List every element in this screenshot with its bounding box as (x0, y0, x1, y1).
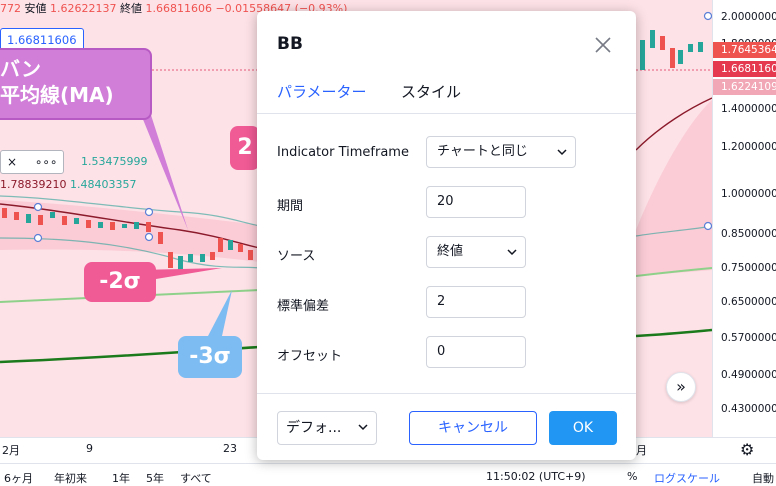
legend-more-icon[interactable]: ∘∘∘ (35, 155, 58, 169)
range-1y[interactable]: 1年 (112, 470, 130, 486)
offset-input[interactable]: 0 (426, 336, 526, 368)
price-tick: 0.85000000 (721, 228, 776, 240)
time-label: 月 (636, 444, 647, 457)
chevron-down-icon (557, 149, 567, 156)
bb-basis-value: 1.78839210 (0, 178, 67, 191)
close-icon[interactable] (593, 35, 613, 55)
sigma-neg2-callout: -2σ (84, 262, 156, 302)
bb-lower-value: 1.48403357 (69, 178, 137, 191)
range-all[interactable]: すべて (180, 470, 212, 486)
sigma-neg3-callout: -3σ (178, 336, 242, 378)
candles-right (640, 30, 703, 70)
divider (257, 393, 636, 394)
sigma-right-callout: 2 (230, 126, 260, 170)
bottom-toolbar: 6ヶ月 年初来 1年 5年 すべて 11:50:02 (UTC+9) % ログス… (0, 463, 776, 485)
price-tick: 0.57000000 (721, 332, 776, 344)
tab-style[interactable]: スタイル (401, 81, 461, 102)
tab-parameters[interactable]: パラメーター (277, 81, 367, 102)
defaults-label: デフォ... (286, 420, 342, 436)
price-tick: 2.00000000 (721, 11, 776, 23)
ohlc-prefix: 772 (0, 2, 21, 15)
legend-close-icon[interactable]: × (7, 155, 17, 169)
price-tick: 1.40000000 (721, 103, 776, 115)
source-label: ソース (277, 249, 316, 264)
price-tick: 0.49000000 (721, 369, 776, 381)
price-label-low: 1.62241090 (713, 79, 776, 95)
stddev-input[interactable]: 2 (426, 286, 526, 318)
bb-upper-value: 1.53475999 (81, 155, 148, 168)
divider (257, 113, 636, 114)
dialog-title: BB (277, 34, 303, 54)
period-input[interactable]: 20 (426, 186, 526, 218)
price-tick: 0.75000000 (721, 262, 776, 274)
price-tick: 0.43000000 (721, 403, 776, 415)
time-label: 23 (223, 442, 237, 455)
price-tick: 1.00000000 (721, 188, 776, 200)
bb-settings-dialog: BB パラメーター スタイル Indicator Timeframe チャートと… (257, 11, 636, 460)
chevron-down-icon (507, 249, 517, 256)
timeframe-label: Indicator Timeframe (277, 145, 409, 160)
scroll-to-realtime-icon[interactable]: » (666, 372, 696, 402)
price-axis[interactable]: 2.00000000 1.80000000 1.76453640 1.66811… (712, 0, 776, 437)
range-5y[interactable]: 5年 (146, 470, 164, 486)
defaults-dropdown[interactable]: デフォ... (277, 411, 377, 445)
source-select[interactable]: 終値 (426, 236, 526, 268)
ma-callout: バン 平均線(MA) (0, 48, 152, 120)
range-ytd[interactable]: 年初来 (54, 470, 87, 486)
percent-toggle[interactable]: % (627, 470, 637, 483)
log-scale-toggle[interactable]: ログスケール (654, 470, 720, 486)
bb-values: 1.78839210 1.48403357 (0, 178, 136, 191)
close-label: 終値 (119, 2, 142, 15)
price-tick: 1.20000000 (721, 141, 776, 153)
low-value: 1.62622137 (50, 2, 117, 15)
time-label: 9 (86, 442, 93, 455)
range-6m[interactable]: 6ヶ月 (4, 470, 33, 486)
ma-callout-line2: 平均線(MA) (0, 83, 114, 107)
clock[interactable]: 11:50:02 (UTC+9) (486, 470, 586, 483)
price-label-top: 1.76453640 (713, 42, 776, 58)
timeframe-select[interactable]: チャートと同じ (426, 136, 576, 168)
chevron-down-icon (358, 424, 368, 431)
price-tick: 0.65000000 (721, 296, 776, 308)
low-label: 安値 (24, 2, 47, 15)
period-label: 期間 (277, 199, 304, 214)
bb-legend: × ∘∘∘ 1.53475999 (0, 150, 147, 174)
time-label: 2月 (2, 444, 20, 457)
gear-icon[interactable]: ⚙ (740, 440, 754, 459)
cancel-button[interactable]: キャンセル (409, 411, 537, 445)
ok-button[interactable]: OK (549, 411, 617, 445)
auto-scale-toggle[interactable]: 自動 (752, 470, 774, 486)
timeframe-value: チャートと同じ (437, 144, 528, 159)
offset-label: オフセット (277, 349, 343, 364)
ma-callout-line1: バン (0, 57, 41, 81)
close-value: 1.66811606 (145, 2, 212, 15)
price-label-current: 1.66811606 (713, 61, 776, 77)
stddev-label: 標準偏差 (277, 299, 330, 314)
source-value: 終値 (437, 244, 464, 259)
